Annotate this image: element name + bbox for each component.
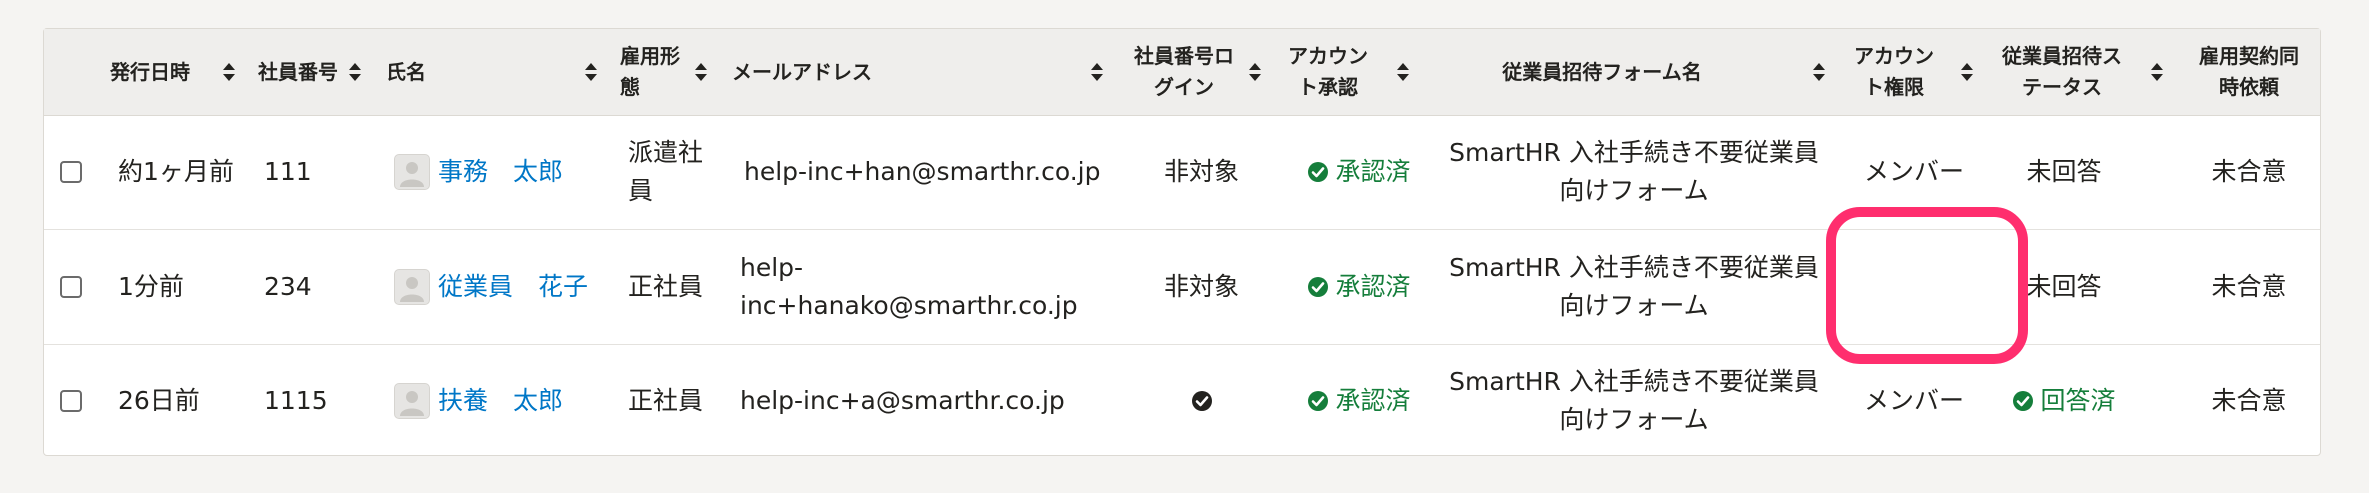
invite-status-cell: 未回答 xyxy=(2026,157,2102,186)
login-cell xyxy=(1124,345,1279,456)
sort-icon[interactable] xyxy=(1396,61,1410,83)
approval-cell: 承認済 xyxy=(1294,345,1424,456)
sort-icon[interactable] xyxy=(1812,61,1826,83)
form-name-cell: SmartHR 入社手続き不要従業員 向けフォーム xyxy=(1449,253,1819,320)
employee-name-link[interactable]: 従業員 花子 xyxy=(438,268,588,306)
form-name-cell: SmartHR 入社手続き不要従業員 向けフォーム xyxy=(1449,366,1819,434)
table-header: 発行日時 社員番号 氏名 雇用形 態 メールアドレス 社員番号ロ グイン アカウ… xyxy=(44,29,2320,116)
sort-icon[interactable] xyxy=(1090,61,1104,83)
contract-cell: 未合意 xyxy=(2211,385,2287,415)
check-circle-icon xyxy=(1308,277,1329,297)
employment-type-cell: 正社員 xyxy=(628,385,704,415)
employee-number-cell: 234 xyxy=(264,272,312,301)
invite-status-cell: 回答済 xyxy=(2004,345,2124,456)
form-name-cell: SmartHR 入社手続き不要従業員 向けフォーム xyxy=(1449,138,1819,205)
sort-icon[interactable] xyxy=(222,61,236,83)
name-cell: 事務 太郎 xyxy=(394,115,614,229)
row-checkbox[interactable] xyxy=(60,345,90,456)
name-cell: 従業員 花子 xyxy=(394,230,614,344)
employee-name-link[interactable]: 扶養 太郎 xyxy=(438,382,563,420)
check-circle-icon xyxy=(1308,162,1329,182)
issued-cell: 26日前 xyxy=(118,385,200,415)
employee-number-cell: 1115 xyxy=(264,385,328,415)
email-cell: help-inc+han@smarthr.co.jp xyxy=(744,157,1101,186)
check-circle-icon xyxy=(1191,390,1212,411)
row-checkbox[interactable] xyxy=(60,230,90,344)
approval-cell: 承認済 xyxy=(1294,115,1424,229)
sort-icon[interactable] xyxy=(2150,61,2164,83)
contract-cell: 未合意 xyxy=(2211,157,2287,186)
header-account-approval[interactable]: アカウン ト承認 xyxy=(1278,29,1378,115)
user-avatar-icon xyxy=(394,154,430,190)
sort-icon[interactable] xyxy=(584,61,598,83)
sort-icon[interactable] xyxy=(348,61,362,83)
header-invite-status[interactable]: 従業員招待ス テータス xyxy=(1994,29,2130,115)
sort-icon[interactable] xyxy=(1960,61,1974,83)
contract-cell: 未合意 xyxy=(2211,272,2287,301)
sort-icon[interactable] xyxy=(1248,61,1262,83)
header-issued[interactable]: 発行日時 xyxy=(110,29,230,115)
user-avatar-icon xyxy=(394,382,430,419)
header-email[interactable]: メールアドレス xyxy=(732,29,932,115)
sort-icon[interactable] xyxy=(694,61,708,83)
header-invite-form-name[interactable]: 従業員招待フォーム名 xyxy=(1432,29,1772,115)
header-account-permission[interactable]: アカウン ト権限 xyxy=(1844,29,1944,115)
header-contract-request[interactable]: 雇用契約同 時依頼 xyxy=(2184,29,2314,115)
header-employee-number-login[interactable]: 社員番号ロ グイン xyxy=(1124,29,1244,115)
header-name[interactable]: 氏名 xyxy=(386,29,506,115)
email-cell: help-inc+a@smarthr.co.jp xyxy=(740,385,1065,415)
issued-cell: 1分前 xyxy=(118,272,184,301)
email-cell: help- inc+hanako@smarthr.co.jp xyxy=(740,253,1078,320)
employee-number-cell: 111 xyxy=(264,157,312,186)
issued-cell: 約1ヶ月前 xyxy=(118,157,234,186)
row-checkbox[interactable] xyxy=(60,115,90,229)
highlight-box xyxy=(1826,207,2028,364)
check-circle-icon xyxy=(1308,390,1329,411)
employee-name-link[interactable]: 事務 太郎 xyxy=(438,153,563,191)
name-cell: 扶養 太郎 xyxy=(394,345,614,456)
approval-cell: 承認済 xyxy=(1294,230,1424,344)
login-cell: 非対象 xyxy=(1163,272,1239,301)
user-avatar-icon xyxy=(394,269,430,305)
header-employment-type[interactable]: 雇用形 態 xyxy=(620,29,700,115)
employment-type-cell: 派遣社 員 xyxy=(628,138,704,205)
login-cell: 非対象 xyxy=(1163,157,1239,186)
employment-type-cell: 正社員 xyxy=(628,272,704,301)
check-circle-icon xyxy=(2013,390,2034,411)
